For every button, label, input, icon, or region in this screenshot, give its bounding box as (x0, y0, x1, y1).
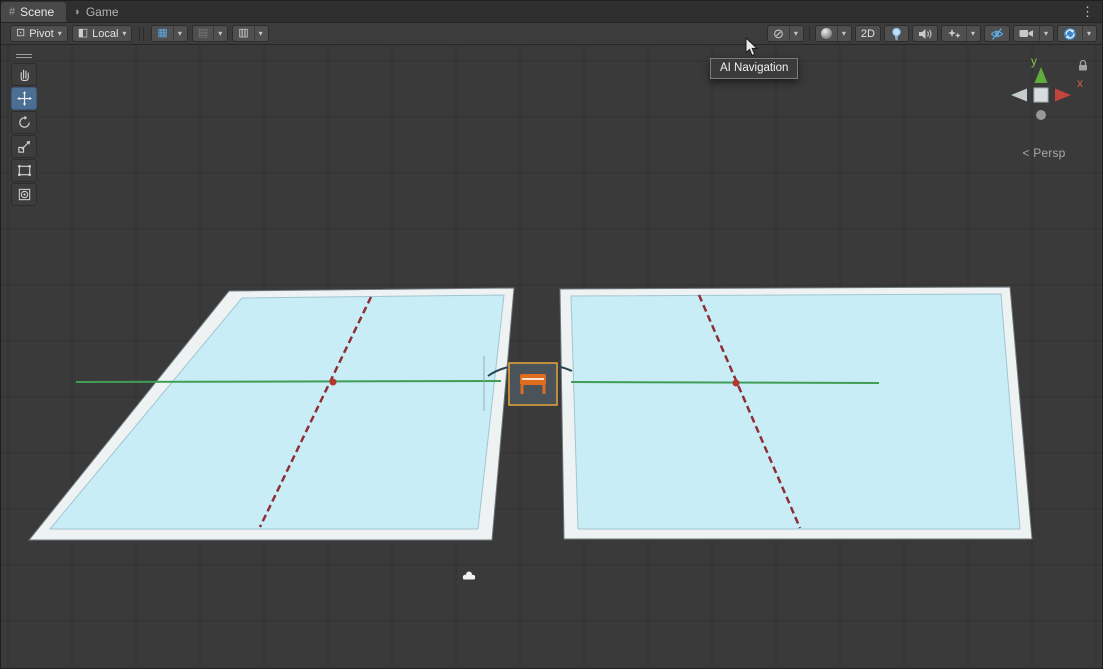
axis-negy-ball (1036, 110, 1046, 120)
mode-2d-label: 2D (861, 28, 875, 40)
audio-toggle[interactable] (912, 25, 938, 42)
scene-tab-icon: # (9, 6, 15, 18)
navmesh-link-gizmo[interactable] (509, 363, 557, 405)
unity-scene-view-window: # Scene ◗ Game ⋮ ⊡ Pivot ▾ ◧ Local ▾ ▦ ▾… (0, 0, 1103, 669)
light-gizmo[interactable] (463, 572, 475, 580)
camera-icon (1019, 28, 1034, 39)
tab-scene-label: Scene (20, 5, 54, 19)
orientation-gizmo[interactable]: y x < Persp (989, 49, 1099, 160)
ruler-icon: ▥ (238, 28, 248, 39)
pivot-label: Pivot (29, 28, 53, 40)
gizmo-center-cube (1034, 88, 1048, 102)
ai-navigation-icon: ⊘ (773, 27, 784, 40)
axis-negx-cone (1011, 89, 1027, 102)
pivot-mode-dropdown[interactable]: ⊡ Pivot ▾ (10, 25, 68, 42)
chevron-down-icon: ▾ (122, 30, 126, 38)
chevron-down-icon: ▾ (1082, 26, 1091, 41)
axis-x-label: x (1077, 76, 1083, 90)
snap-increment-dropdown[interactable]: ▥ ▾ (232, 25, 268, 42)
projection-mode-label[interactable]: < Persp (989, 146, 1099, 160)
lightbulb-icon (890, 27, 903, 41)
chevron-down-icon: ▾ (213, 26, 222, 41)
toolbar-separator (809, 27, 810, 41)
tab-game[interactable]: ◗ Game (66, 1, 130, 22)
transform-icon (17, 187, 32, 202)
link-endpoint-right (733, 380, 740, 387)
overlay-lock-icon[interactable] (1077, 59, 1089, 72)
projection-toggle-arrow: < (1022, 146, 1029, 160)
toolbar-separator (139, 27, 144, 41)
toolbar-right-group: ⊘ ▾ ▾ 2D (767, 25, 1097, 42)
effects-visibility-toggle[interactable]: ▾ (941, 25, 981, 42)
table-left[interactable] (29, 288, 514, 540)
tab-options-kebab-icon[interactable]: ⋮ (1073, 1, 1102, 22)
scene-area (1, 45, 1103, 669)
axis-y-cone (1035, 67, 1048, 83)
chevron-down-icon: ▾ (254, 26, 263, 41)
game-tab-icon: ◗ (74, 6, 81, 18)
tools-overlay (11, 51, 37, 206)
local-label: Local (92, 28, 118, 40)
grid-snapping-toggle[interactable]: ▤ ▾ (192, 25, 228, 42)
grid-icon: ▦ (157, 28, 167, 39)
scene-viewport[interactable] (1, 45, 1103, 669)
chevron-down-icon: ▾ (966, 26, 975, 41)
scene-view-tools-dropdown[interactable]: ▾ (1057, 25, 1097, 42)
chevron-down-icon: ▾ (58, 30, 62, 38)
tab-game-label: Game (86, 5, 119, 19)
hand-icon (17, 67, 32, 82)
shading-mode-dropdown[interactable]: ▾ (815, 25, 852, 42)
view-tab-bar: # Scene ◗ Game ⋮ (1, 1, 1102, 23)
projection-text: Persp (1033, 146, 1065, 160)
local-space-icon: ◧ (78, 28, 88, 39)
chevron-down-icon: ▾ (789, 26, 798, 41)
transform-tool-button[interactable] (11, 183, 37, 206)
camera-settings-dropdown[interactable]: ▾ (1013, 25, 1054, 42)
move-tool-button[interactable] (11, 87, 37, 110)
ai-navigation-overlay-toggle[interactable]: ⊘ ▾ (767, 25, 804, 42)
scale-icon (17, 139, 32, 154)
tooltip-text: AI Navigation (720, 62, 788, 74)
speaker-icon (918, 28, 932, 40)
overlay-drag-handle-icon[interactable] (11, 51, 37, 60)
rotation-space-dropdown[interactable]: ◧ Local ▾ (72, 25, 133, 42)
scale-tool-button[interactable] (11, 135, 37, 158)
axis-x-cone (1055, 89, 1071, 102)
link-endpoint-left (330, 379, 337, 386)
orbit-navigation-icon (1063, 27, 1077, 41)
snap-grid-icon: ▤ (198, 28, 208, 39)
effects-stars-icon (947, 27, 961, 40)
shaded-sphere-icon (821, 28, 832, 39)
rect-icon (17, 163, 32, 178)
axis-y-label: y (1031, 54, 1037, 68)
grid-visibility-toggle[interactable]: ▦ ▾ (151, 25, 187, 42)
tab-scene[interactable]: # Scene (1, 2, 66, 22)
scene-visibility-toggle[interactable] (984, 25, 1010, 42)
scene-toolbar: ⊡ Pivot ▾ ◧ Local ▾ ▦ ▾ ▤ ▾ ▥ ▾ ⊘ ▾ (1, 23, 1102, 45)
move-icon (17, 91, 32, 106)
scene-lighting-toggle[interactable] (884, 25, 909, 42)
rotate-tool-button[interactable] (11, 111, 37, 134)
pivot-icon: ⊡ (16, 28, 25, 39)
tooltip: AI Navigation (710, 58, 798, 79)
rect-tool-button[interactable] (11, 159, 37, 182)
rotate-icon (17, 115, 32, 130)
eye-slash-icon (990, 27, 1004, 41)
table-right[interactable] (560, 287, 1032, 539)
mode-2d-toggle[interactable]: 2D (855, 25, 881, 42)
mouse-cursor-icon (745, 37, 759, 57)
hand-tool-button[interactable] (11, 63, 37, 86)
chevron-down-icon: ▾ (837, 26, 846, 41)
chevron-down-icon: ▾ (1039, 26, 1048, 41)
chevron-down-icon: ▾ (173, 26, 182, 41)
